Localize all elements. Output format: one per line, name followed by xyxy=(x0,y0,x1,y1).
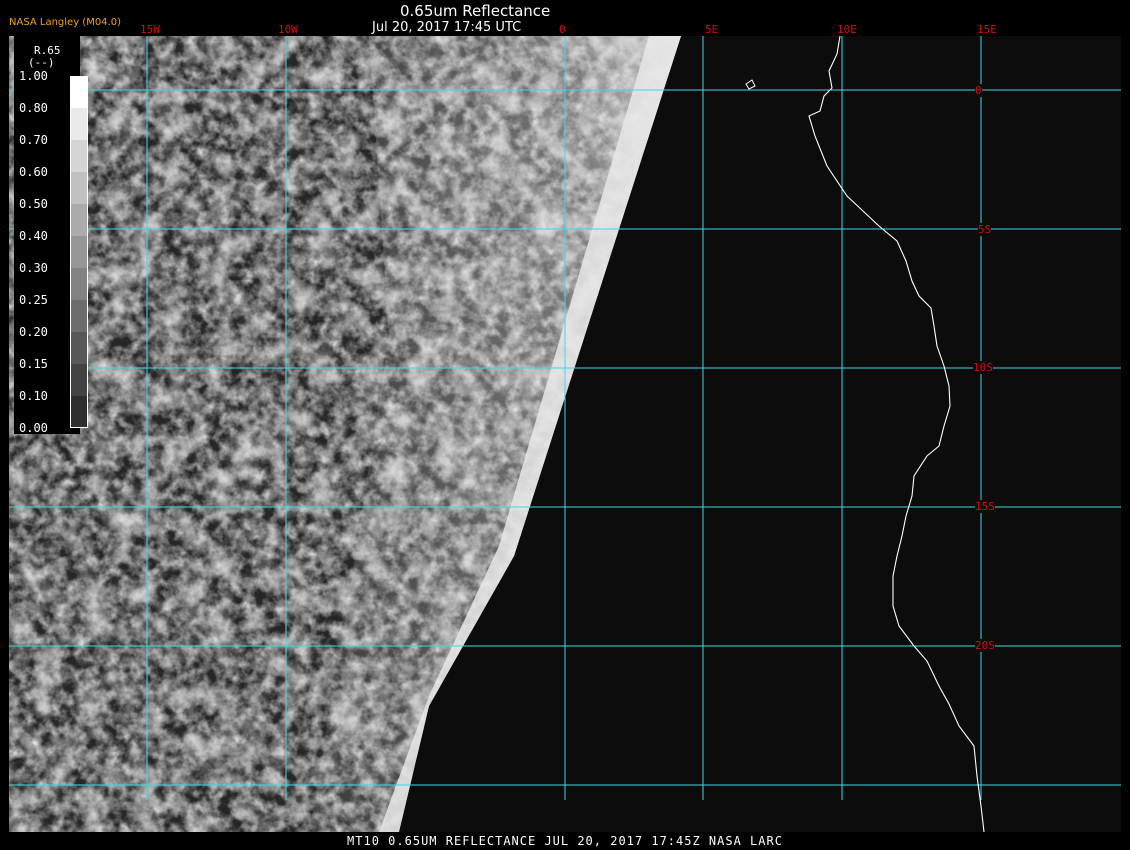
legend-tick-label: 0.15 xyxy=(19,357,48,371)
legend-colorbar-frame xyxy=(70,76,88,428)
longitude-label: 10W xyxy=(278,23,298,36)
island-outline xyxy=(745,79,756,90)
cloud-field xyxy=(9,36,681,832)
legend-tick-label: 0.40 xyxy=(19,229,48,243)
legend-tick-label: 0.60 xyxy=(19,165,48,179)
satellite-image[interactable] xyxy=(9,36,1121,832)
legend-tick-label: 0.10 xyxy=(19,389,48,403)
legend-tick-label: 0.30 xyxy=(19,261,48,275)
legend-tick-label: 0.00 xyxy=(19,421,48,435)
longitude-label: 10E xyxy=(837,23,857,36)
color-scale-legend: R.65 (--) 1.00 0.80 0.70 0.60 0.50 0.40 0.30 0.… xyxy=(14,36,88,435)
legend-tick-label: 0.25 xyxy=(19,293,48,307)
footer-caption: MT10 0.65UM REFLECTANCE JUL 20, 2017 17:… xyxy=(347,834,783,848)
latitude-label: 20S xyxy=(975,639,995,652)
image-date: Jul 20, 2017 17:45 UTC xyxy=(372,20,522,35)
longitude-label: 0 xyxy=(559,23,566,36)
legend-tick-label: 0.70 xyxy=(19,133,48,147)
map-canvas xyxy=(9,36,1121,832)
coastline xyxy=(808,36,985,832)
legend-tick-label: 1.00 xyxy=(19,69,48,83)
legend-units: (--) xyxy=(28,56,55,69)
latitude-label: 15S xyxy=(975,500,995,513)
longitude-label: 15E xyxy=(977,23,997,36)
latitude-label: 10S xyxy=(973,361,993,374)
latitude-label: 0 xyxy=(975,84,982,97)
latitude-label: 5S xyxy=(978,223,992,236)
longitude-label: 5E xyxy=(705,23,719,36)
legend-tick-label: 0.80 xyxy=(19,101,48,115)
image-title: 0.65um Reflectance xyxy=(400,2,551,20)
legend-tick-label: 0.50 xyxy=(19,197,48,211)
credit-label: NASA Langley (M04.0) xyxy=(9,17,121,28)
longitude-label: 15W xyxy=(140,23,160,36)
legend-tick-label: 0.20 xyxy=(19,325,48,339)
